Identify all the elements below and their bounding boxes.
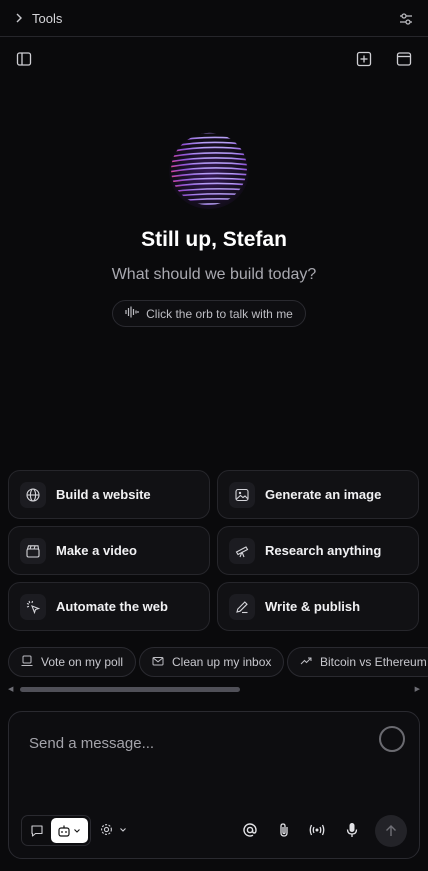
cursor-click-icon <box>20 593 46 620</box>
action-write-publish[interactable]: Write & publish <box>217 582 419 631</box>
agent-mode-button[interactable] <box>50 818 88 843</box>
voice-hint-label: Click the orb to talk with me <box>146 306 293 321</box>
action-label: Build a website <box>56 487 151 502</box>
microphone-icon[interactable] <box>342 820 362 840</box>
at-icon[interactable] <box>240 820 260 840</box>
voice-hint-button[interactable]: Click the orb to talk with me <box>112 300 306 327</box>
message-composer[interactable]: Send a message... <box>8 711 420 859</box>
trending-icon <box>300 655 312 670</box>
action-research-anything[interactable]: Research anything <box>217 526 419 575</box>
action-build-website[interactable]: Build a website <box>8 470 210 519</box>
chat-bubble-icon[interactable] <box>24 818 51 843</box>
browser-window-icon[interactable] <box>394 49 414 69</box>
telescope-icon <box>229 537 255 564</box>
action-make-video[interactable]: Make a video <box>8 526 210 575</box>
pen-icon <box>229 593 255 620</box>
chip-vote-on-poll[interactable]: Vote on my poll <box>8 647 137 677</box>
action-automate-web[interactable]: Automate the web <box>8 582 210 631</box>
image-icon <box>229 481 255 508</box>
suggestion-chips: Vote on my poll Clean up my inbox Bitcoi… <box>8 647 428 677</box>
chevron-down-icon <box>120 827 126 832</box>
status-ring-icon <box>379 726 405 752</box>
mail-icon <box>152 655 164 670</box>
settings-dropdown[interactable] <box>99 822 127 837</box>
subtitle: What should we build today? <box>111 266 317 283</box>
tools-title: Tools <box>32 10 63 26</box>
sliders-icon[interactable] <box>398 11 414 27</box>
tools-header[interactable]: Tools <box>0 0 428 37</box>
action-label: Research anything <box>265 543 382 558</box>
chevron-down-icon <box>74 828 81 833</box>
chips-scrollbar[interactable]: ◀ ▶ <box>8 685 420 693</box>
action-label: Generate an image <box>265 487 382 502</box>
action-label: Automate the web <box>56 599 168 614</box>
gear-icon <box>101 824 112 835</box>
voice-orb[interactable] <box>167 129 251 211</box>
scroll-left-icon[interactable]: ◀ <box>8 685 13 693</box>
mode-switcher[interactable] <box>21 815 91 846</box>
plus-square-icon[interactable] <box>354 49 374 69</box>
scroll-right-icon[interactable]: ▶ <box>415 685 420 693</box>
arrow-up-icon <box>386 825 396 836</box>
chip-label: Clean up my inbox <box>172 655 272 669</box>
globe-icon <box>20 481 46 508</box>
chip-bitcoin-vs-ethereum[interactable]: Bitcoin vs Ethereum <box>287 647 428 677</box>
broadcast-icon[interactable] <box>307 820 327 840</box>
sidebar-toggle-icon[interactable] <box>14 49 34 69</box>
message-input[interactable]: Send a message... <box>29 735 154 752</box>
chip-label: Bitcoin vs Ethereum <box>320 655 427 669</box>
waveform-icon <box>125 306 139 321</box>
scrollbar-thumb[interactable] <box>20 687 240 692</box>
greeting-heading: Still up, Stefan <box>141 228 287 251</box>
action-label: Write & publish <box>265 599 361 614</box>
paperclip-icon[interactable] <box>274 820 294 840</box>
ballot-icon <box>21 655 33 670</box>
action-label: Make a video <box>56 543 137 558</box>
chip-clean-up-inbox[interactable]: Clean up my inbox <box>139 647 285 677</box>
chevron-right-icon <box>14 12 26 24</box>
chip-label: Vote on my poll <box>41 655 124 669</box>
send-button[interactable] <box>375 815 407 847</box>
action-generate-image[interactable]: Generate an image <box>217 470 419 519</box>
clapperboard-icon <box>20 537 46 564</box>
robot-icon <box>58 825 70 837</box>
